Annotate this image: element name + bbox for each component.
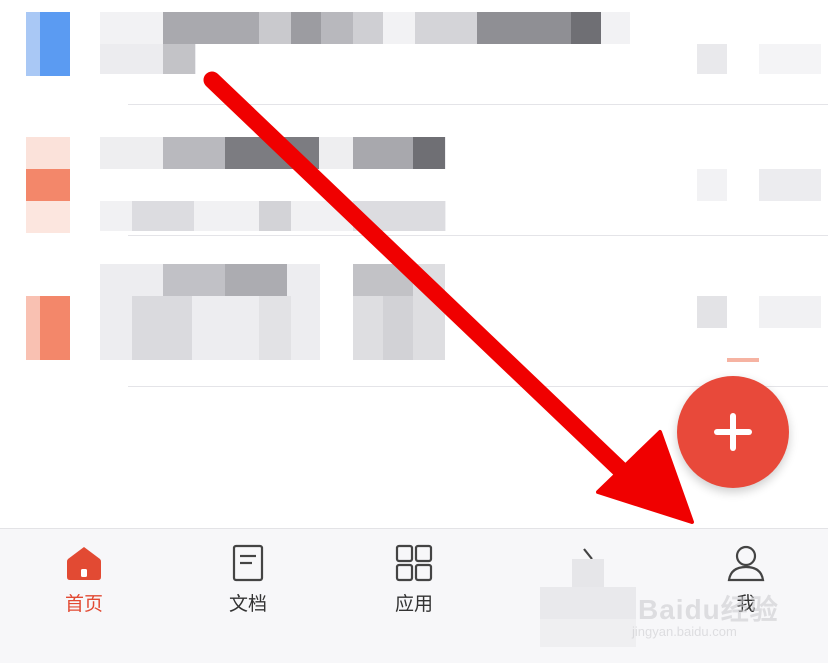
tab-share[interactable] [518,543,638,647]
tab-home-label: 首页 [64,594,103,615]
person-icon [686,543,806,583]
watermark-sub: jingyan.baidu.com [632,624,737,639]
document-list [0,0,828,388]
list-item[interactable] [0,0,828,104]
tab-apps-label: 应用 [394,594,433,615]
blurred-region [540,559,636,647]
tab-home[interactable]: 首页 [24,543,144,633]
tab-documents-label: 文档 [228,594,267,615]
tab-documents[interactable]: 文档 [188,543,308,633]
watermark: Baidu经验 jingyan.baidu.com [632,584,802,650]
list-item[interactable] [0,236,828,386]
watermark-main: Baidu经验 [638,594,779,625]
document-icon [188,543,308,583]
list-item[interactable] [0,105,828,235]
file-thumbnail [26,12,70,76]
apps-grid-icon [354,543,474,583]
tab-apps[interactable]: 应用 [354,543,474,633]
home-icon [24,543,144,583]
file-thumbnail [26,296,70,360]
file-thumbnail [26,137,70,233]
new-document-button[interactable] [677,376,789,488]
